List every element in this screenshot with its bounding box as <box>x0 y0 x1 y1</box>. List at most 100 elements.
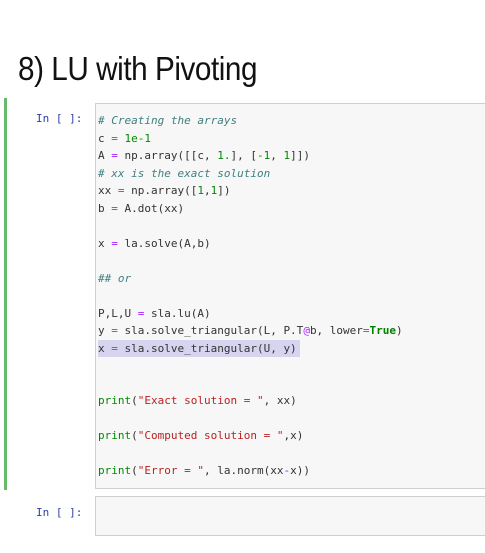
code-line[interactable]: print("Computed solution = ",x) <box>98 427 403 445</box>
code-line-text: print("Error = ", la.norm(xx-x)) <box>98 462 310 480</box>
code-token: xx <box>98 184 118 197</box>
code-token: x <box>98 236 112 250</box>
code-token: A.dot(xx) <box>117 201 185 215</box>
code-line[interactable]: c = 1e-1 <box>98 130 403 148</box>
code-token: c <box>98 131 112 145</box>
code-token: ]) <box>217 184 231 197</box>
code-token: ( <box>131 394 138 407</box>
code-token: x)) <box>290 464 310 477</box>
code-token: print <box>98 464 132 477</box>
code-editor[interactable]: # Creating the arrays c = 1e-1 A = np.arra… <box>98 112 403 480</box>
code-token: @ <box>303 324 310 337</box>
code-token: np.array([[c, <box>117 149 218 162</box>
code-token: , xx) <box>263 394 297 407</box>
code-line[interactable] <box>98 445 403 463</box>
code-line-selected-text: x = sla.solve_triangular(U, y) <box>98 339 300 357</box>
code-token: 1 <box>197 184 204 197</box>
code-token: = <box>111 341 118 355</box>
code-line[interactable] <box>98 375 403 393</box>
section-heading: 8) LU with Pivoting <box>18 50 258 87</box>
code-token: , <box>203 184 211 197</box>
code-token: 1. <box>217 149 231 162</box>
code-token: ( <box>131 464 138 477</box>
code-token: "Computed solution = " <box>137 429 284 442</box>
code-token: sla.solve_triangular(U, y) <box>117 341 297 355</box>
code-token: True <box>369 324 397 337</box>
code-line[interactable] <box>98 410 403 428</box>
code-token: = <box>362 324 370 337</box>
code-token: "Exact solution = " <box>137 394 264 407</box>
code-token: 1e-1 <box>124 131 152 145</box>
code-token: ) <box>396 324 403 337</box>
code-line[interactable]: P,L,U = sla.lu(A) <box>98 305 403 323</box>
code-token: ,x) <box>283 429 304 442</box>
code-token: np.array([ <box>124 184 198 197</box>
code-line-text: xx = np.array([1,1]) <box>98 182 230 200</box>
code-line[interactable]: # xx is the exact solution <box>98 165 403 183</box>
code-line-text: print("Exact solution = ", xx) <box>98 392 297 410</box>
code-token: , <box>270 149 284 162</box>
code-line[interactable]: # Creating the arrays <box>98 112 403 130</box>
code-token: la.solve(A,b) <box>117 236 211 250</box>
code-line-text: print("Computed solution = ",x) <box>98 427 303 445</box>
code-line-text: b = A.dot(xx) <box>98 200 184 218</box>
code-token: ], [ <box>230 149 257 162</box>
cell-prompt-empty: In [ ]: <box>36 506 83 519</box>
code-token: # xx is the exact solution <box>98 166 271 180</box>
code-line-text: y = sla.solve_triangular(L, P.T@b, lower… <box>98 322 403 340</box>
code-line[interactable]: ## or <box>98 270 403 288</box>
empty-code-cell-input[interactable] <box>95 496 485 536</box>
code-token: ]]) <box>290 149 310 162</box>
code-token: # Creating the arrays <box>98 114 238 127</box>
code-line[interactable] <box>98 252 403 270</box>
code-line[interactable] <box>98 357 403 375</box>
code-token: x <box>98 341 112 355</box>
code-token: "Error = " <box>137 464 204 477</box>
code-line-text: x = la.solve(A,b) <box>98 235 211 253</box>
code-line[interactable]: y = sla.solve_triangular(L, P.T@b, lower… <box>98 322 403 340</box>
code-line-text: # Creating the arrays <box>98 112 237 130</box>
code-line[interactable]: A = np.array([[c, 1.], [-1, 1]]) <box>98 147 403 165</box>
code-token: = <box>111 131 118 145</box>
code-line[interactable]: print("Exact solution = ", xx) <box>98 392 403 410</box>
code-token: , la.norm(xx <box>203 464 284 477</box>
code-line[interactable]: x = la.solve(A,b) <box>98 235 403 253</box>
code-token: sla.lu(A) <box>144 306 211 320</box>
code-token: = <box>117 184 125 197</box>
code-line-text: A = np.array([[c, 1.], [-1, 1]]) <box>98 147 310 165</box>
code-token: = <box>111 201 118 215</box>
code-line-text: # xx is the exact solution <box>98 165 270 183</box>
code-token: = <box>111 324 118 337</box>
code-token: A <box>98 149 112 162</box>
code-line[interactable] <box>98 217 403 235</box>
code-line[interactable]: xx = np.array([1,1]) <box>98 182 403 200</box>
code-token: ## or <box>98 271 132 285</box>
code-token: y <box>98 324 112 337</box>
code-token: print <box>98 429 132 442</box>
code-token: sla.solve_triangular(L, P.T <box>117 324 304 337</box>
code-token: = <box>111 236 118 250</box>
code-line[interactable]: print("Error = ", la.norm(xx-x)) <box>98 462 403 480</box>
cell-prompt: In [ ]: <box>36 112 83 125</box>
code-token: print <box>98 394 132 407</box>
code-line[interactable] <box>98 287 403 305</box>
code-token: = <box>111 149 118 162</box>
code-line[interactable]: b = A.dot(xx) <box>98 200 403 218</box>
code-line-text: ## or <box>98 270 131 288</box>
code-token: b <box>98 201 112 215</box>
code-line[interactable]: x = sla.solve_triangular(U, y) <box>98 339 403 357</box>
code-token: b, lower <box>309 324 363 337</box>
code-line-text: c = 1e-1 <box>98 130 151 148</box>
code-line-text: P,L,U = sla.lu(A) <box>98 305 211 323</box>
code-token: ( <box>131 429 138 442</box>
code-token: -1 <box>256 149 271 162</box>
code-token: P,L,U <box>98 306 138 320</box>
